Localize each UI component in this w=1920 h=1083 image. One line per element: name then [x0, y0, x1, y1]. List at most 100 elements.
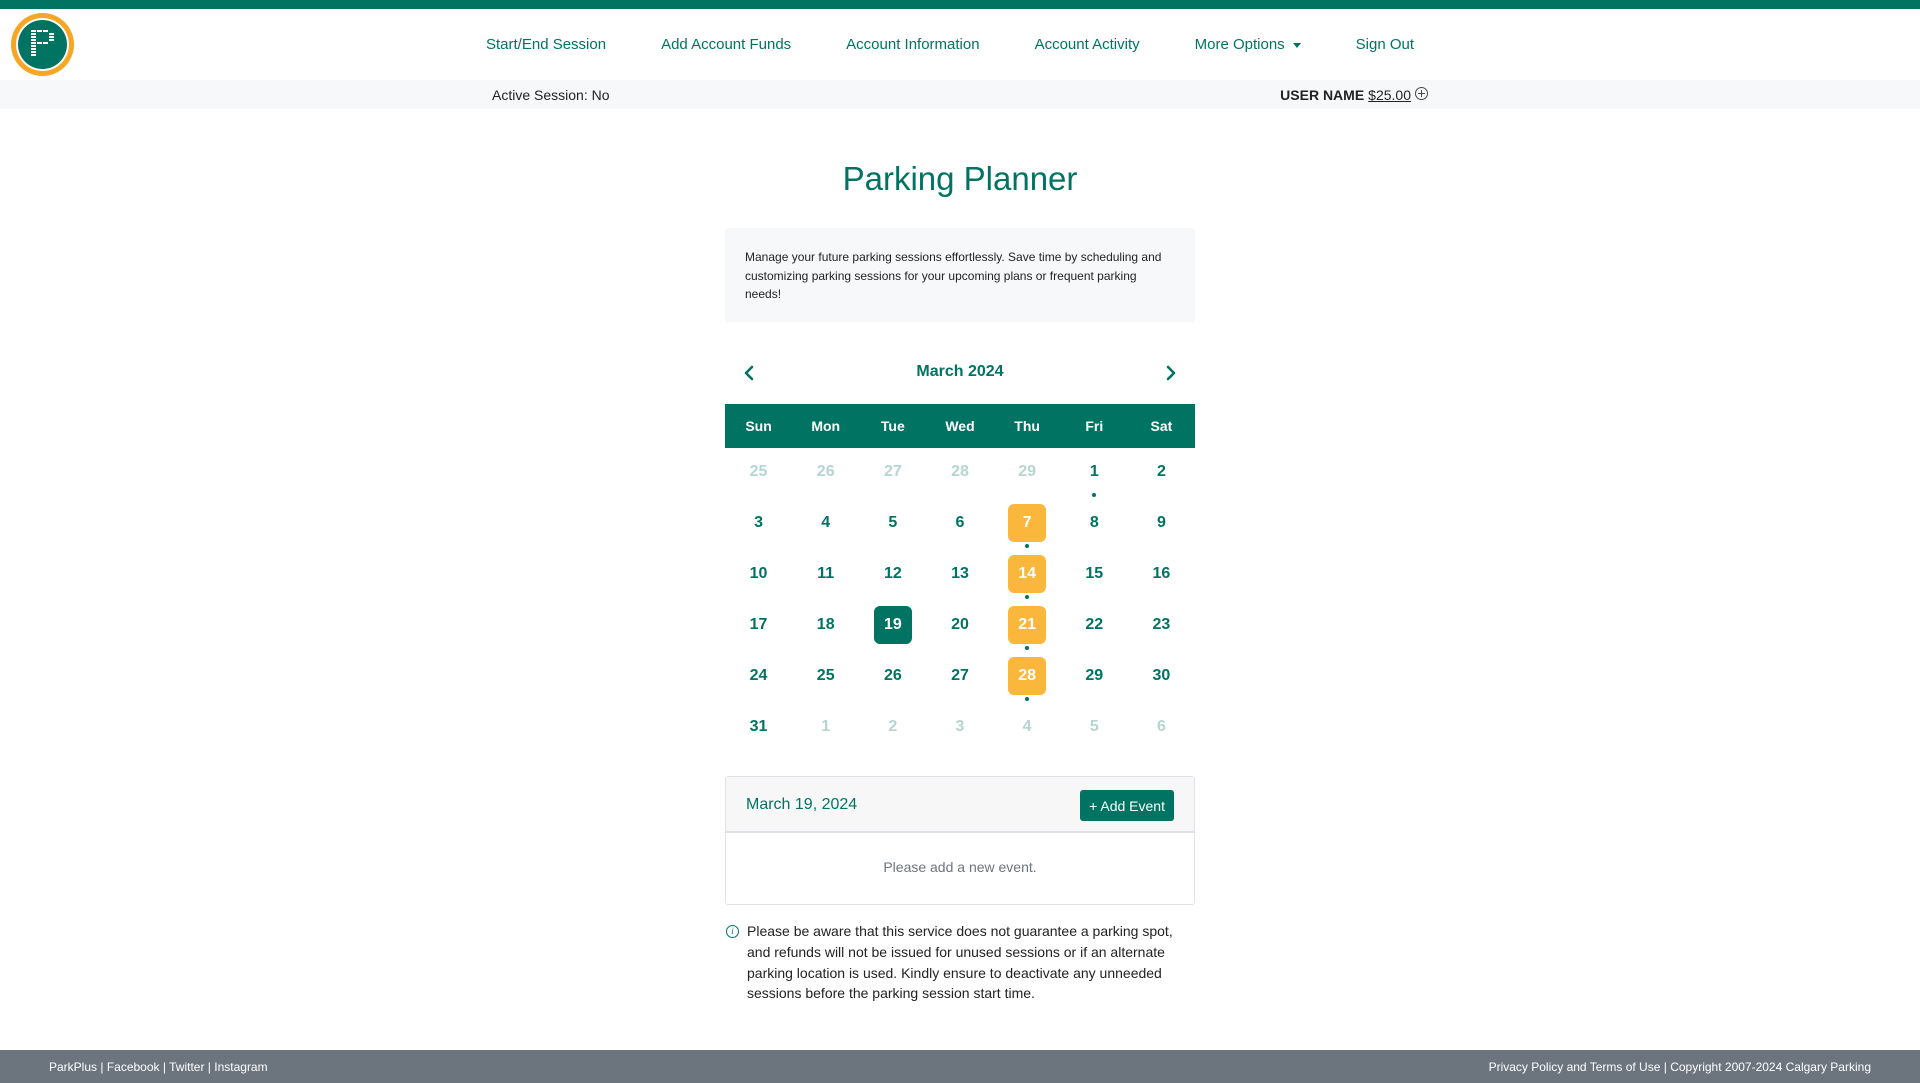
- calendar-day-planned[interactable]: 7: [1008, 504, 1047, 542]
- calendar-day[interactable]: 15: [1075, 555, 1113, 593]
- calendar-day[interactable]: 29: [1075, 657, 1113, 695]
- calendar-day[interactable]: 16: [1142, 555, 1180, 593]
- calendar-day-other-month[interactable]: 4: [1008, 708, 1046, 746]
- calendar-day[interactable]: 12: [874, 555, 912, 593]
- calendar-day-cell[interactable]: 30: [1128, 656, 1195, 707]
- calendar-day-cell[interactable]: 8: [1061, 503, 1128, 554]
- add-event-button[interactable]: + Add Event: [1080, 790, 1174, 821]
- calendar-day-planned[interactable]: 21: [1008, 606, 1047, 644]
- calendar-day-cell[interactable]: 1: [1061, 452, 1128, 503]
- calendar-day[interactable]: 2: [1142, 453, 1180, 491]
- nav-more-options-dropdown[interactable]: More Options: [1195, 36, 1301, 53]
- footer-link-twitter[interactable]: Twitter: [169, 1060, 204, 1074]
- account-balance-link[interactable]: $25.00: [1368, 87, 1411, 103]
- calendar-day-other-month[interactable]: 28: [941, 453, 979, 491]
- footer-link-instagram[interactable]: Instagram: [214, 1060, 267, 1074]
- calendar-day[interactable]: 11: [807, 555, 845, 593]
- calendar-day[interactable]: 13: [941, 555, 979, 593]
- calendar-day-other-month[interactable]: 2: [874, 708, 912, 746]
- calendar-day-other-month[interactable]: 6: [1142, 708, 1180, 746]
- calendar-day-cell[interactable]: 4: [994, 707, 1061, 758]
- calendar-day-cell[interactable]: 24: [725, 656, 792, 707]
- calendar-day[interactable]: 31: [740, 708, 778, 746]
- calendar-day[interactable]: 18: [807, 606, 845, 644]
- calendar-day-cell[interactable]: 15: [1061, 554, 1128, 605]
- nav-add-account-funds[interactable]: Add Account Funds: [661, 36, 791, 53]
- footer-link-parkplus[interactable]: ParkPlus: [49, 1060, 97, 1074]
- calendar-day-cell[interactable]: 3: [926, 707, 993, 758]
- calendar-day-cell[interactable]: 3: [725, 503, 792, 554]
- calendar-day[interactable]: 3: [740, 504, 778, 542]
- calendar-day-other-month[interactable]: 1: [807, 708, 845, 746]
- calendar-day[interactable]: 22: [1075, 606, 1113, 644]
- calendar-day[interactable]: 26: [874, 657, 912, 695]
- calendar-day-other-month[interactable]: 26: [807, 453, 845, 491]
- calendar-day[interactable]: 24: [740, 657, 778, 695]
- calendar-day-cell[interactable]: 25: [792, 656, 859, 707]
- calendar-day-planned[interactable]: 14: [1008, 555, 1047, 593]
- calendar-day-cell[interactable]: 11: [792, 554, 859, 605]
- calendar-day[interactable]: 1: [1075, 453, 1113, 491]
- calendar-day-cell[interactable]: 25: [725, 452, 792, 503]
- calendar-day-planned[interactable]: 28: [1008, 657, 1047, 695]
- calendar-day[interactable]: 9: [1142, 504, 1180, 542]
- calendar-day-cell[interactable]: 5: [859, 503, 926, 554]
- calendar-day-cell[interactable]: 9: [1128, 503, 1195, 554]
- calendar-day-cell[interactable]: 14: [994, 554, 1061, 605]
- calendar-day[interactable]: 23: [1142, 606, 1180, 644]
- plus-circle-icon[interactable]: [1415, 87, 1428, 100]
- calendar-day-cell[interactable]: 20: [926, 605, 993, 656]
- calendar-day-cell[interactable]: 10: [725, 554, 792, 605]
- footer-privacy-link[interactable]: Privacy Policy and Terms of Use: [1489, 1060, 1661, 1074]
- calendar-day-cell[interactable]: 18: [792, 605, 859, 656]
- next-month-button[interactable]: [1160, 362, 1182, 384]
- calendar-day-cell[interactable]: 16: [1128, 554, 1195, 605]
- calendar-day-cell[interactable]: 22: [1061, 605, 1128, 656]
- calendar-day-cell[interactable]: 27: [859, 452, 926, 503]
- nav-account-activity[interactable]: Account Activity: [1035, 36, 1140, 53]
- calendar-day-cell[interactable]: 7: [994, 503, 1061, 554]
- calendar-day-cell[interactable]: 28: [926, 452, 993, 503]
- calendar-day[interactable]: 30: [1142, 657, 1180, 695]
- calendar-day[interactable]: 6: [941, 504, 979, 542]
- calendar-day-cell[interactable]: 6: [926, 503, 993, 554]
- calendar-day-cell[interactable]: 5: [1061, 707, 1128, 758]
- nav-account-information[interactable]: Account Information: [846, 36, 979, 53]
- calendar-day-cell[interactable]: 2: [859, 707, 926, 758]
- calendar-day[interactable]: 20: [941, 606, 979, 644]
- calendar-day-cell[interactable]: 1: [792, 707, 859, 758]
- calendar-day[interactable]: 8: [1075, 504, 1113, 542]
- calendar-day-cell[interactable]: 26: [859, 656, 926, 707]
- calendar-day[interactable]: 4: [807, 504, 845, 542]
- calendar-day[interactable]: 27: [941, 657, 979, 695]
- nav-start-end-session[interactable]: Start/End Session: [486, 36, 606, 53]
- calendar-day-cell[interactable]: 19: [859, 605, 926, 656]
- calendar-day-other-month[interactable]: 27: [874, 453, 912, 491]
- calendar-day-cell[interactable]: 2: [1128, 452, 1195, 503]
- calendar-day-other-month[interactable]: 25: [740, 453, 778, 491]
- calendar-day-other-month[interactable]: 29: [1008, 453, 1046, 491]
- calendar-day[interactable]: 17: [740, 606, 778, 644]
- calendar-day-cell[interactable]: 6: [1128, 707, 1195, 758]
- calendar-day-cell[interactable]: 29: [1061, 656, 1128, 707]
- calendar-day-cell[interactable]: 27: [926, 656, 993, 707]
- footer-link-facebook[interactable]: Facebook: [107, 1060, 160, 1074]
- calendar-day-other-month[interactable]: 3: [941, 708, 979, 746]
- calendar-day[interactable]: 10: [740, 555, 778, 593]
- calendar-day-cell[interactable]: 23: [1128, 605, 1195, 656]
- calendar-day-cell[interactable]: 29: [994, 452, 1061, 503]
- calendar-day-selected[interactable]: 19: [873, 606, 912, 644]
- calendar-day-cell[interactable]: 21: [994, 605, 1061, 656]
- parking-logo[interactable]: [11, 13, 74, 76]
- calendar-day-cell[interactable]: 31: [725, 707, 792, 758]
- calendar-day-cell[interactable]: 13: [926, 554, 993, 605]
- calendar-day-cell[interactable]: 4: [792, 503, 859, 554]
- calendar-day-cell[interactable]: 26: [792, 452, 859, 503]
- calendar-day-cell[interactable]: 17: [725, 605, 792, 656]
- nav-sign-out[interactable]: Sign Out: [1356, 36, 1414, 53]
- calendar-day-cell[interactable]: 28: [994, 656, 1061, 707]
- calendar-day-other-month[interactable]: 5: [1075, 708, 1113, 746]
- calendar-day-cell[interactable]: 12: [859, 554, 926, 605]
- calendar-day[interactable]: 25: [807, 657, 845, 695]
- calendar-day[interactable]: 5: [874, 504, 912, 542]
